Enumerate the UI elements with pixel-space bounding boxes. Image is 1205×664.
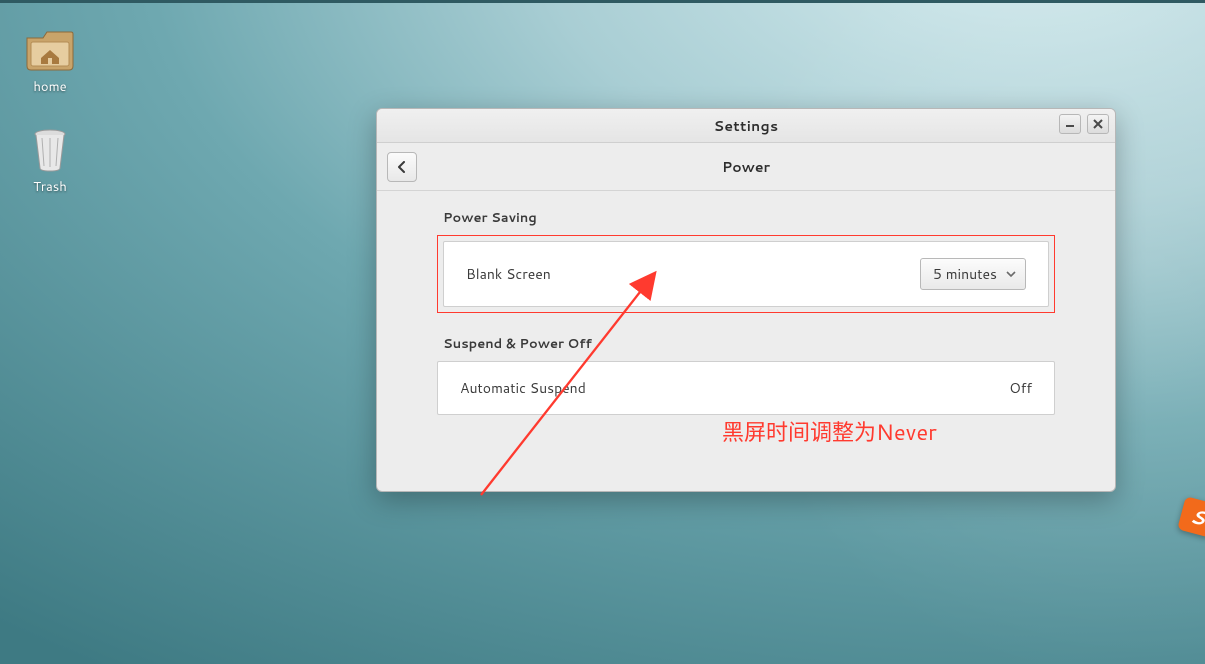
suspend-panel: Automatic Suspend Off bbox=[437, 361, 1055, 415]
desktop-icon-trash[interactable]: Trash bbox=[5, 128, 95, 197]
desktop-icon-home[interactable]: home bbox=[5, 28, 95, 97]
window-title: Settings bbox=[714, 116, 779, 136]
automatic-suspend-row[interactable]: Automatic Suspend Off bbox=[438, 362, 1054, 414]
window-subheader: Power bbox=[377, 143, 1115, 191]
close-button[interactable] bbox=[1087, 114, 1109, 134]
chevron-down-icon bbox=[1005, 268, 1017, 280]
blank-screen-dropdown[interactable]: 5 minutes bbox=[920, 258, 1026, 290]
blank-screen-dropdown-value: 5 minutes bbox=[933, 264, 997, 284]
automatic-suspend-label: Automatic Suspend bbox=[460, 378, 586, 398]
settings-page-title: Power bbox=[722, 157, 770, 177]
annotation-text: 黑屏时间调整为Never bbox=[722, 415, 937, 448]
section-heading-suspend: Suspend & Power Off bbox=[443, 335, 1055, 353]
app-badge-letter: S bbox=[1187, 502, 1205, 533]
section-heading-power-saving: Power Saving bbox=[443, 209, 1055, 227]
blank-screen-label: Blank Screen bbox=[466, 264, 551, 284]
blank-screen-row[interactable]: Blank Screen 5 minutes bbox=[444, 242, 1048, 306]
folder-home-icon bbox=[25, 28, 75, 72]
minimize-button[interactable] bbox=[1059, 114, 1081, 134]
annotation-highlight-box: Blank Screen 5 minutes bbox=[437, 235, 1055, 313]
top-panel-strip bbox=[0, 0, 1205, 3]
desktop-icon-trash-label: Trash bbox=[29, 177, 71, 197]
desktop-icon-home-label: home bbox=[29, 77, 70, 97]
trash-icon bbox=[25, 128, 75, 172]
automatic-suspend-value: Off bbox=[1009, 378, 1032, 398]
app-badge-icon[interactable]: S bbox=[1177, 496, 1205, 538]
desktop[interactable]: home Trash Settings bbox=[0, 0, 1205, 664]
back-button[interactable] bbox=[387, 152, 417, 182]
power-saving-panel: Blank Screen 5 minutes bbox=[443, 241, 1049, 307]
window-titlebar[interactable]: Settings bbox=[377, 109, 1115, 143]
